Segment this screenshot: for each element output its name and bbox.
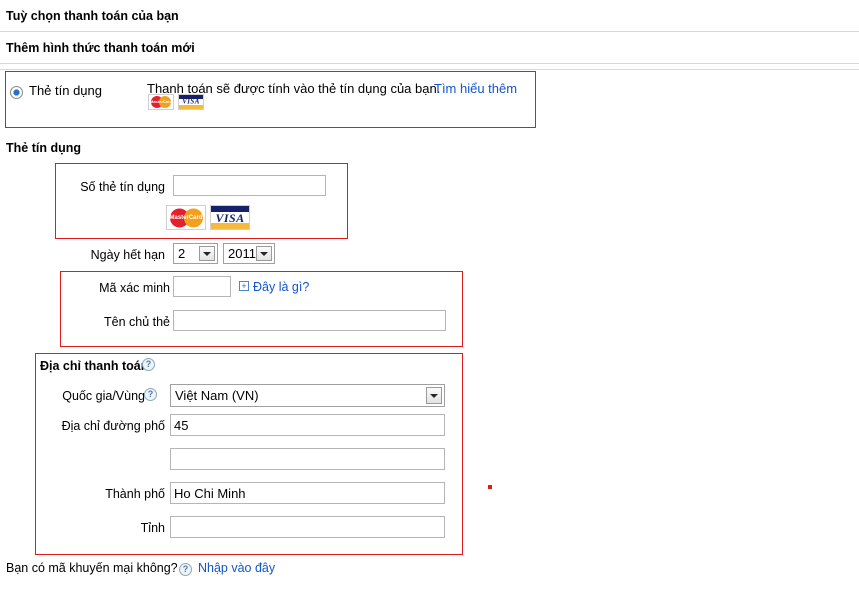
promo-code-question: Bạn có mã khuyến mại không?: [6, 561, 178, 575]
page-title-bar: Tuỳ chọn thanh toán của bạn: [0, 0, 859, 32]
page-title: Tuỳ chọn thanh toán của bạn: [6, 9, 179, 23]
learn-more-link[interactable]: Tìm hiểu thêm: [434, 81, 517, 96]
question-mark-icon[interactable]: ?: [142, 358, 155, 371]
what-is-this-link[interactable]: Đây là gì?: [253, 280, 309, 294]
mastercard-icon: MasterCard: [148, 94, 174, 110]
visa-icon-label: VISA: [182, 97, 200, 106]
section-title: Thêm hình thức thanh toán mới: [6, 41, 195, 55]
accepted-card-logos-method: MasterCard VISA: [148, 94, 204, 110]
card-number-label: Số thẻ tín dụng: [80, 180, 165, 194]
credit-card-radio[interactable]: [10, 86, 23, 99]
expiry-month-select[interactable]: 2: [173, 243, 218, 264]
visa-icon-label: VISA: [215, 210, 245, 225]
country-select[interactable]: Việt Nam (VN): [170, 384, 445, 407]
section-title-bar: Thêm hình thức thanh toán mới: [0, 32, 859, 64]
question-mark-icon[interactable]: ?: [144, 388, 157, 401]
cardholder-name-label: Tên chủ thẻ: [103, 315, 170, 329]
city-input[interactable]: [170, 482, 445, 504]
payment-method-highlight-box: [5, 71, 536, 128]
chevron-down-icon[interactable]: [199, 246, 215, 261]
street-address-label: Địa chỉ đường phố: [61, 419, 165, 433]
state-input[interactable]: [170, 516, 445, 538]
red-marker-artifact: [488, 485, 492, 489]
visa-icon: VISA: [178, 94, 204, 110]
city-label: Thành phố: [105, 487, 165, 501]
plus-box-icon[interactable]: +: [239, 281, 249, 291]
accepted-card-logos-field: MasterCard VISA: [166, 205, 250, 230]
mastercard-icon-label: MasterCard: [149, 99, 172, 104]
card-number-input[interactable]: [173, 175, 326, 196]
billing-address-title: Địa chỉ thanh toán: [40, 359, 149, 373]
cardholder-name-input[interactable]: [173, 310, 446, 331]
street-address-input[interactable]: [170, 414, 445, 436]
header-divider: [0, 64, 859, 70]
country-value: Việt Nam (VN): [175, 388, 259, 403]
mastercard-icon: MasterCard: [166, 205, 206, 230]
expiry-month-value: 2: [178, 246, 186, 261]
verification-code-label: Mã xác minh: [99, 281, 170, 295]
expiry-year-value: 2011: [228, 246, 256, 261]
mastercard-icon-label: MasterCard: [169, 214, 203, 221]
state-label: Tỉnh: [140, 521, 165, 535]
country-label: Quốc gia/Vùng: [62, 389, 145, 403]
expiry-date-label: Ngày hết hạn: [90, 248, 165, 262]
payment-options-page: Tuỳ chọn thanh toán của bạn Thêm hình th…: [0, 0, 859, 609]
expiry-year-select[interactable]: 2011: [223, 243, 275, 264]
question-mark-icon[interactable]: ?: [179, 563, 192, 576]
credit-card-section-title: Thẻ tín dụng: [6, 141, 81, 155]
visa-icon: VISA: [210, 205, 250, 230]
verification-code-input[interactable]: [173, 276, 231, 297]
street-address-line2-input[interactable]: [170, 448, 445, 470]
enter-promo-code-link[interactable]: Nhập vào đây: [198, 561, 275, 575]
chevron-down-icon[interactable]: [426, 387, 442, 404]
chevron-down-icon[interactable]: [256, 246, 272, 261]
credit-card-radio-label: Thẻ tín dụng: [29, 83, 102, 98]
